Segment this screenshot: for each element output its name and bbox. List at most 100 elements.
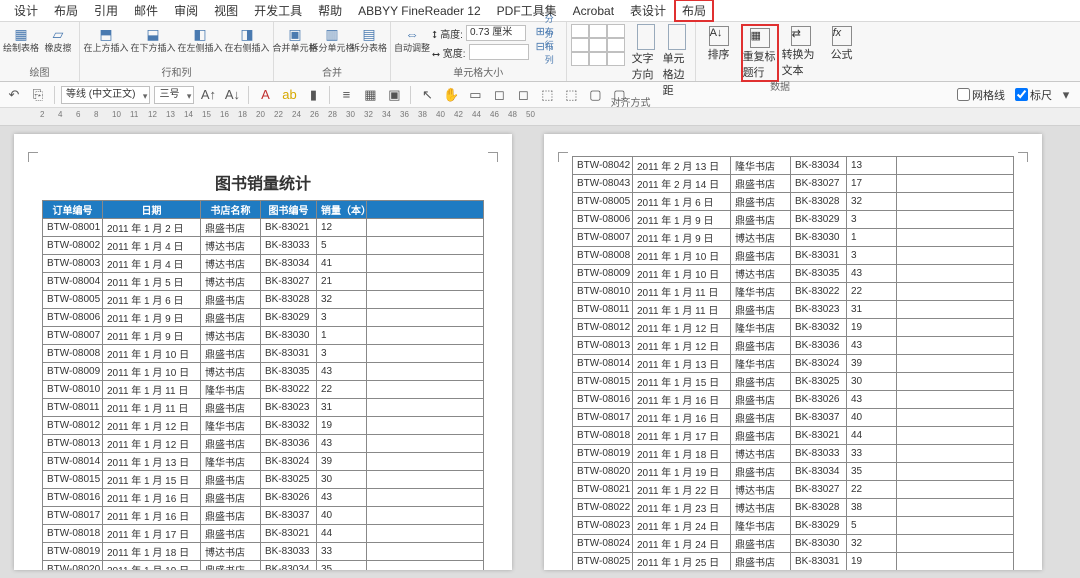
table-cell[interactable]: 2011 年 1 月 2 日	[103, 219, 201, 237]
text-direction-button[interactable]: 文字方向	[632, 24, 660, 82]
table-cell[interactable]: BK-83021	[791, 427, 847, 445]
alignment-grid[interactable]	[571, 24, 625, 66]
table-cell[interactable]: BK-83033	[791, 445, 847, 463]
table-cell[interactable]: 43	[317, 489, 367, 507]
table-cell[interactable]: BTW-08009	[43, 363, 103, 381]
table-cell[interactable]	[897, 229, 1014, 247]
table-cell[interactable]: 隆华书店	[731, 355, 791, 373]
table-cell[interactable]: BTW-08006	[573, 211, 633, 229]
table-cell[interactable]: BTW-08022	[573, 499, 633, 517]
table-row[interactable]: BTW-080432011 年 2 月 14 日鼎盛书店BK-8302717	[573, 175, 1014, 193]
table-cell[interactable]	[367, 525, 484, 543]
distribute-cols-button[interactable]: ⊟ 分布列	[536, 39, 562, 53]
table-cell[interactable]: BK-83036	[261, 435, 317, 453]
table-cell[interactable]	[367, 273, 484, 291]
align-ml[interactable]	[571, 38, 589, 52]
table-cell[interactable]: 鼎盛书店	[731, 463, 791, 481]
table-cell[interactable]	[367, 345, 484, 363]
table-cell[interactable]: 3	[317, 345, 367, 363]
table-row[interactable]: BTW-080172011 年 1 月 16 日鼎盛书店BK-8303740	[43, 507, 484, 525]
table-row[interactable]: BTW-080052011 年 1 月 6 日鼎盛书店BK-8302832	[573, 193, 1014, 211]
table-cell[interactable]: 鼎盛书店	[731, 391, 791, 409]
table-cell[interactable]: 鼎盛书店	[201, 219, 261, 237]
align-mr[interactable]	[607, 38, 625, 52]
table-row[interactable]: BTW-080252011 年 1 月 25 日鼎盛书店BK-8303119	[573, 553, 1014, 571]
table-cell[interactable]: 2011 年 2 月 14 日	[633, 175, 731, 193]
table-row[interactable]: BTW-080092011 年 1 月 10 日博达书店BK-8303543	[43, 363, 484, 381]
table-cell[interactable]: 博达书店	[731, 499, 791, 517]
menu-references[interactable]: 引用	[86, 0, 126, 21]
table-cell[interactable]	[897, 301, 1014, 319]
table-row[interactable]: BTW-080042011 年 1 月 5 日博达书店BK-8302721	[43, 273, 484, 291]
table-cell[interactable]: BK-83032	[791, 319, 847, 337]
table-cell[interactable]: 2011 年 1 月 13 日	[633, 355, 731, 373]
table-cell[interactable]: 博达书店	[201, 327, 261, 345]
table-cell[interactable]: 2011 年 1 月 19 日	[103, 561, 201, 571]
width-spinner[interactable]: ⭤ 宽度:	[432, 43, 529, 61]
menu-acrobat[interactable]: Acrobat	[565, 2, 622, 20]
table-cell[interactable]: 2011 年 1 月 9 日	[633, 229, 731, 247]
table-cell[interactable]: 隆华书店	[201, 381, 261, 399]
insert-below-button[interactable]: ⬓在下方插入	[131, 24, 175, 55]
table-cell[interactable]: 2011 年 1 月 17 日	[633, 427, 731, 445]
table-cell[interactable]: 19	[317, 417, 367, 435]
table-cell[interactable]: BTW-08012	[43, 417, 103, 435]
table-cell[interactable]: BTW-08003	[43, 255, 103, 273]
table-cell[interactable]: 2011 年 1 月 10 日	[103, 345, 201, 363]
table-row[interactable]: BTW-080032011 年 1 月 4 日博达书店BK-8303441	[43, 255, 484, 273]
table-cell[interactable]: BTW-08015	[43, 471, 103, 489]
book-sales-table-continued[interactable]: BTW-080422011 年 2 月 13 日隆华书店BK-8303413BT…	[572, 156, 1014, 570]
table-cell[interactable]: BTW-08007	[43, 327, 103, 345]
table-cell[interactable]	[897, 409, 1014, 427]
table-cell[interactable]	[897, 373, 1014, 391]
shape3-icon[interactable]: ⬚	[537, 85, 557, 105]
table-cell[interactable]: 13	[847, 157, 897, 175]
table-cell[interactable]: 2011 年 1 月 10 日	[103, 363, 201, 381]
table-cell[interactable]: 5	[847, 517, 897, 535]
table-cell[interactable]: BTW-08002	[43, 237, 103, 255]
table-cell[interactable]: BK-83034	[791, 463, 847, 481]
table-cell[interactable]	[367, 399, 484, 417]
table-row[interactable]: BTW-080052011 年 1 月 6 日鼎盛书店BK-8302832	[43, 291, 484, 309]
table-cell[interactable]: 2011 年 1 月 13 日	[103, 453, 201, 471]
table-cell[interactable]: BTW-08014	[43, 453, 103, 471]
table-cell[interactable]	[367, 309, 484, 327]
table-cell[interactable]	[367, 435, 484, 453]
table-cell[interactable]: 2011 年 1 月 12 日	[103, 417, 201, 435]
table-cell[interactable]: 鼎盛书店	[201, 471, 261, 489]
table-cell[interactable]: BK-83031	[791, 247, 847, 265]
table-cell[interactable]: 2011 年 1 月 24 日	[633, 535, 731, 553]
table-cell[interactable]: 32	[317, 291, 367, 309]
table-cell[interactable]: 鼎盛书店	[201, 489, 261, 507]
menu-design[interactable]: 设计	[6, 0, 46, 21]
table-cell[interactable]	[897, 319, 1014, 337]
menu-mail[interactable]: 邮件	[126, 0, 166, 21]
table-cell[interactable]: 44	[847, 427, 897, 445]
table-cell[interactable]: 2011 年 1 月 18 日	[633, 445, 731, 463]
table-cell[interactable]: BTW-08013	[573, 337, 633, 355]
table-cell[interactable]: 2011 年 1 月 12 日	[633, 319, 731, 337]
table-row[interactable]: BTW-080212011 年 1 月 22 日博达书店BK-8302722	[573, 481, 1014, 499]
table-cell[interactable]: 鼎盛书店	[201, 309, 261, 327]
table-cell[interactable]: BTW-08004	[43, 273, 103, 291]
table-cell[interactable]	[897, 427, 1014, 445]
table-cell[interactable]: 2011 年 1 月 16 日	[633, 391, 731, 409]
table-cell[interactable]: BK-83032	[261, 417, 317, 435]
table-cell[interactable]: BTW-08017	[43, 507, 103, 525]
table-cell[interactable]: 鼎盛书店	[201, 399, 261, 417]
table-row[interactable]: BTW-080232011 年 1 月 24 日隆华书店BK-830295	[573, 517, 1014, 535]
table-cell[interactable]: BTW-08021	[573, 481, 633, 499]
table-cell[interactable]: BK-83035	[261, 363, 317, 381]
table-cell[interactable]: BK-83031	[261, 345, 317, 363]
repeat-header-button[interactable]: ▦重复标题行	[741, 24, 779, 82]
table-cell[interactable]: 隆华书店	[731, 283, 791, 301]
ruler-toggle[interactable]: 标尺	[1015, 87, 1052, 103]
table-cell[interactable]	[897, 445, 1014, 463]
table-cell[interactable]: 2011 年 1 月 6 日	[103, 291, 201, 309]
menu-table-design[interactable]: 表设计	[622, 0, 674, 21]
table-cell[interactable]: 鼎盛书店	[201, 291, 261, 309]
table-cell[interactable]: 鼎盛书店	[201, 435, 261, 453]
table-cell[interactable]: 39	[317, 453, 367, 471]
table-cell[interactable]: 2011 年 1 月 9 日	[633, 211, 731, 229]
table-cell[interactable]: BK-83031	[791, 553, 847, 571]
